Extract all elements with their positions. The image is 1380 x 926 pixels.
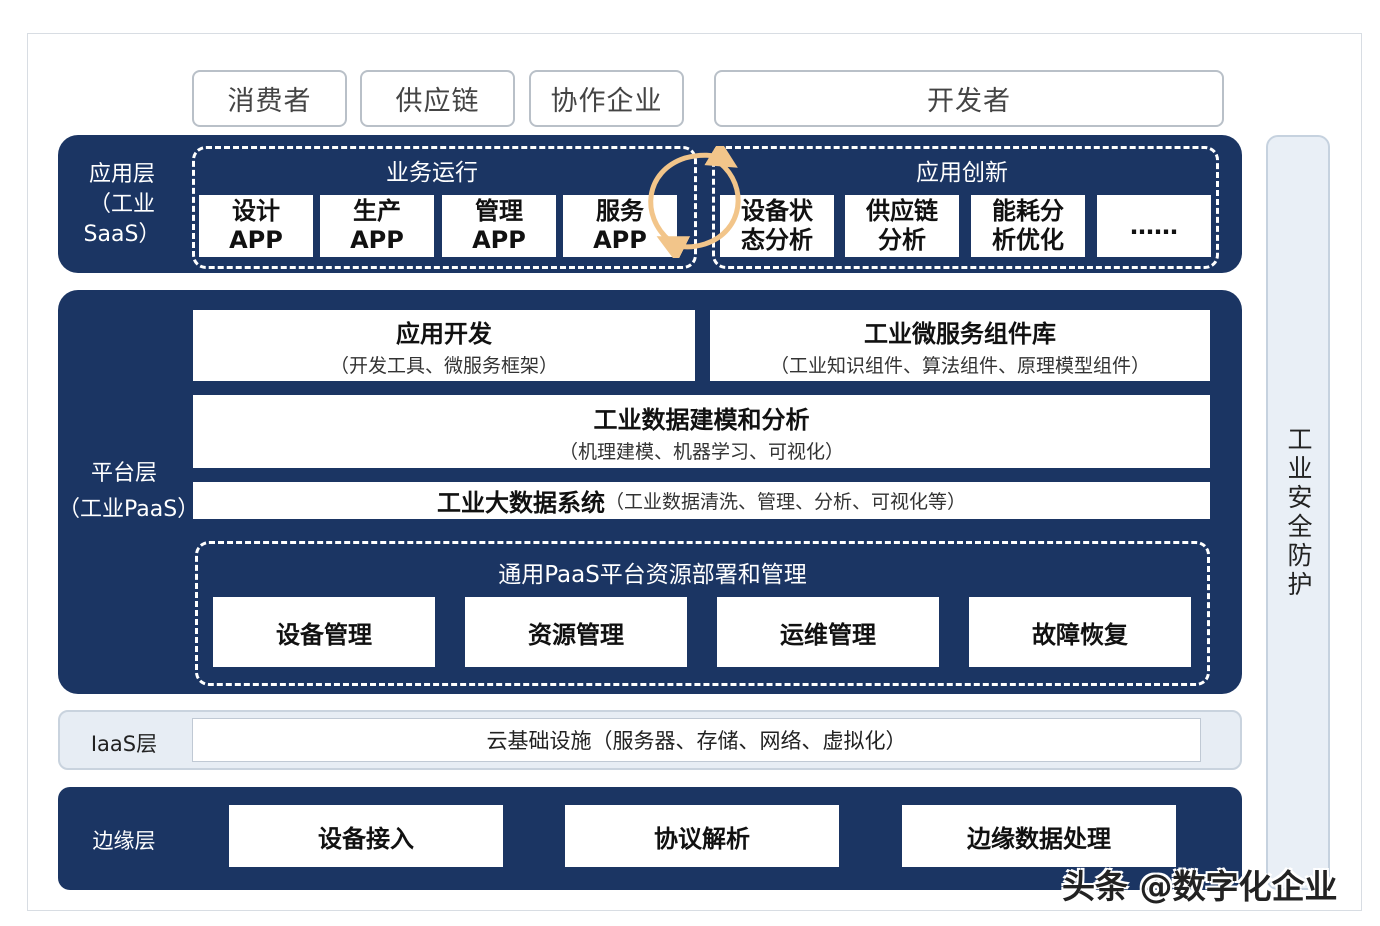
paas-layer-label: 平台层 （工业PaaS） xyxy=(58,456,200,528)
user-developer: 开发者 xyxy=(714,70,1224,127)
app-more: …… xyxy=(1097,195,1211,257)
app-equipment-status-line1: 设备状 xyxy=(741,197,813,225)
user-consumer: 消费者 xyxy=(192,70,347,127)
app-equipment-status-line2: 态分析 xyxy=(741,226,813,254)
data-modeling-sub: （机理建模、机器学习、可视化） xyxy=(558,440,844,463)
device-access-label: 设备接入 xyxy=(318,824,414,853)
app-management: 管理 APP xyxy=(442,195,556,257)
app-design-line1: 设计 xyxy=(232,197,280,225)
fault-recovery: 故障恢复 xyxy=(969,597,1191,667)
app-supply-chain-analysis-line2: 分析 xyxy=(878,226,926,254)
cloud-infrastructure-box: 云基础设施（服务器、存储、网络、虚拟化） xyxy=(192,718,1201,762)
bigdata-system-sub: （工业数据清洗、管理、分析、可视化等） xyxy=(604,491,966,513)
edge-data-processing-label: 边缘数据处理 xyxy=(967,824,1111,853)
user-partner: 协作企业 xyxy=(529,70,684,127)
app-development-box: 应用开发 （开发工具、微服务框架） xyxy=(193,310,695,381)
device-management-label: 设备管理 xyxy=(276,620,372,649)
general-paas-title: 通用PaaS平台资源部署和管理 xyxy=(498,562,807,588)
user-consumer-label: 消费者 xyxy=(227,86,312,117)
app-design-line2: APP xyxy=(229,226,283,254)
cloud-infrastructure-label: 云基础设施（服务器、存储、网络、虚拟化） xyxy=(486,729,907,753)
app-management-line1: 管理 xyxy=(475,197,523,225)
edge-data-processing: 边缘数据处理 xyxy=(902,805,1176,867)
app-supply-chain-analysis: 供应链 分析 xyxy=(845,195,959,257)
business-ops-title: 业务运行 xyxy=(386,160,478,186)
ops-management-label: 运维管理 xyxy=(780,620,876,649)
bigdata-system-box: 工业大数据系统 （工业数据清洗、管理、分析、可视化等） xyxy=(193,482,1210,519)
app-more-line1: …… xyxy=(1130,211,1178,240)
data-modeling-box: 工业数据建模和分析 （机理建模、机器学习、可视化） xyxy=(193,395,1210,468)
security-bar: 工业安全防护 xyxy=(1266,135,1330,890)
app-energy-optimization-line1: 能耗分 xyxy=(992,197,1064,225)
protocol-parsing-label: 协议解析 xyxy=(654,824,750,853)
device-management: 设备管理 xyxy=(213,597,435,667)
app-energy-optimization-line2: 析优化 xyxy=(992,226,1064,254)
saas-label-line2: （工业SaaS） xyxy=(83,192,161,247)
app-production-line2: APP xyxy=(350,226,404,254)
data-modeling-title: 工业数据建模和分析 xyxy=(593,405,810,434)
paas-label-line2: （工业PaaS） xyxy=(58,497,200,522)
bigdata-system-title: 工业大数据系统 xyxy=(436,489,605,517)
app-management-line2: APP xyxy=(472,226,526,254)
saas-layer-label: 应用层 （工业SaaS） xyxy=(58,162,186,247)
app-design: 设计 APP xyxy=(199,195,313,257)
user-partner-label: 协作企业 xyxy=(550,86,663,117)
ops-management: 运维管理 xyxy=(717,597,939,667)
app-production: 生产 APP xyxy=(320,195,434,257)
microservice-library-box: 工业微服务组件库 （工业知识组件、算法组件、原理模型组件） xyxy=(710,310,1210,381)
app-service-line1: 服务 xyxy=(596,197,644,225)
fault-recovery-label: 故障恢复 xyxy=(1032,620,1128,649)
protocol-parsing: 协议解析 xyxy=(565,805,839,867)
app-supply-chain-analysis-line1: 供应链 xyxy=(866,197,938,225)
microservice-library-sub: （工业知识组件、算法组件、原理模型组件） xyxy=(769,354,1150,377)
microservice-library-title: 工业微服务组件库 xyxy=(864,319,1056,348)
app-innovation-title: 应用创新 xyxy=(916,160,1008,186)
resource-management-label: 资源管理 xyxy=(528,620,624,649)
resource-management: 资源管理 xyxy=(465,597,687,667)
saas-label-line1: 应用层 xyxy=(88,162,155,187)
edge-layer-label: 边缘层 xyxy=(92,829,156,853)
app-development-sub: （开发工具、微服务框架） xyxy=(329,354,558,377)
device-access: 设备接入 xyxy=(229,805,503,867)
iaas-layer-label: IaaS层 xyxy=(90,732,158,756)
app-energy-optimization: 能耗分 析优化 xyxy=(971,195,1085,257)
paas-label-line1: 平台层 xyxy=(90,461,157,486)
user-supply-chain: 供应链 xyxy=(360,70,515,127)
app-development-title: 应用开发 xyxy=(396,319,492,348)
cycle-arrows-icon xyxy=(648,146,741,258)
user-developer-label: 开发者 xyxy=(927,86,1011,117)
watermark: 头条 @数字化企业 xyxy=(1062,867,1338,906)
app-production-line1: 生产 xyxy=(353,197,401,225)
user-supply-chain-label: 供应链 xyxy=(395,86,480,117)
security-label: 工业安全防护 xyxy=(1284,425,1313,600)
app-service-line2: APP xyxy=(593,226,647,254)
